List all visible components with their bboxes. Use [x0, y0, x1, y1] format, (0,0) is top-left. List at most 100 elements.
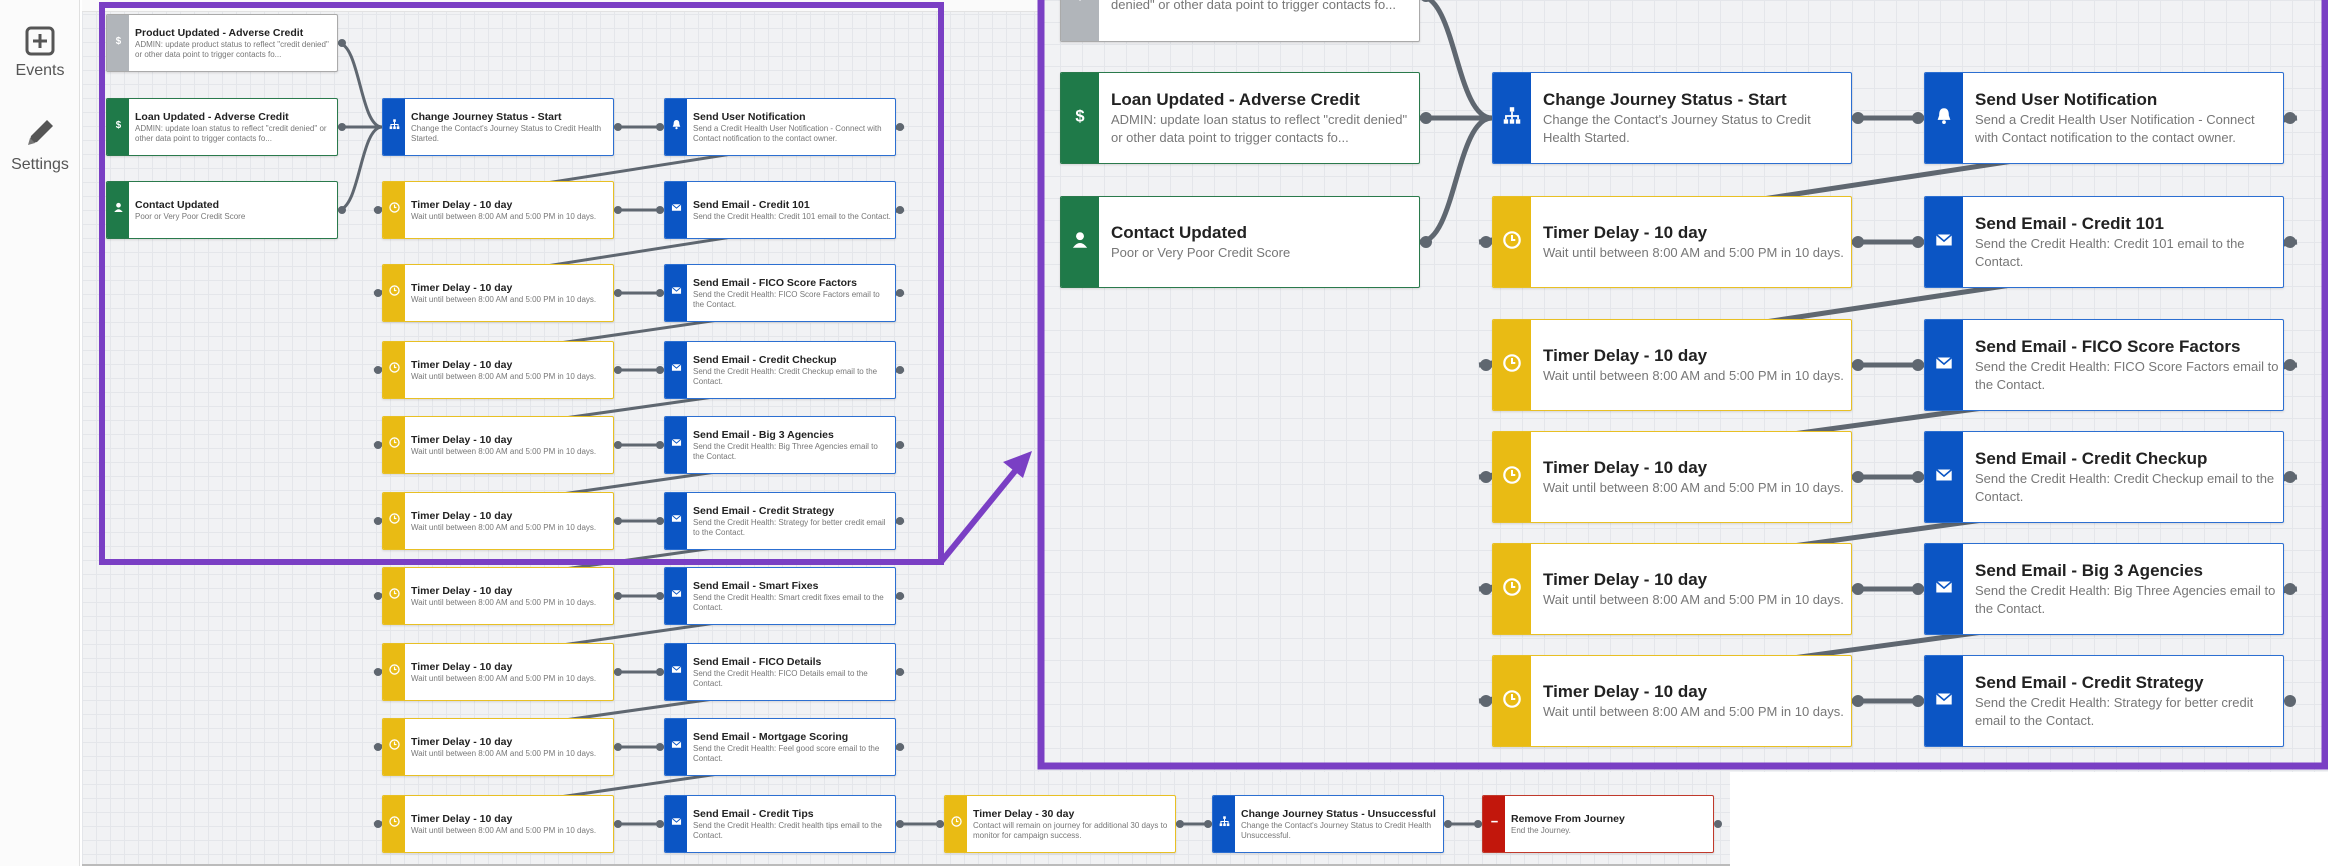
connector-port[interactable]	[896, 123, 904, 131]
connector-port[interactable]	[896, 668, 904, 676]
timer-delay-10-day[interactable]: Timer Delay - 10 day Wait until between 8…	[1492, 543, 1852, 635]
connector-port[interactable]	[1480, 359, 1492, 371]
trigger-loan-updated-adverse-credit[interactable]: $ Loan Updated - Adverse Credit ADMIN: upd…	[106, 98, 338, 156]
connector-port[interactable]	[374, 206, 382, 214]
connector-port[interactable]	[656, 366, 664, 374]
connector-port[interactable]	[374, 668, 382, 676]
email-smart-fixes[interactable]: Send Email - Smart Fixes Send the Credit …	[664, 567, 896, 625]
connector-port[interactable]	[1420, 236, 1432, 248]
connector-port[interactable]	[338, 39, 346, 47]
connector-port[interactable]	[1912, 359, 1924, 371]
email-big-3-agencies[interactable]: Send Email - Big 3 Agencies Send the Cred…	[664, 416, 896, 474]
connector-port[interactable]	[656, 743, 664, 751]
connector-port[interactable]	[896, 441, 904, 449]
connector-port[interactable]	[1204, 820, 1212, 828]
settings-button[interactable]: Settings	[0, 116, 80, 174]
connector-port[interactable]	[374, 441, 382, 449]
connector-port[interactable]	[338, 206, 346, 214]
email-credit-101[interactable]: Send Email - Credit 101 Send the Credit H…	[664, 181, 896, 239]
connector-port[interactable]	[1852, 236, 1864, 248]
connector-port[interactable]	[896, 206, 904, 214]
connector-port[interactable]	[2284, 359, 2296, 371]
timer-delay-10-day[interactable]: Timer Delay - 10 day Wait until between 8…	[382, 795, 614, 853]
connector-port[interactable]	[1852, 695, 1864, 707]
timer-delay-10-day[interactable]: Timer Delay - 10 day Wait until between 8…	[382, 718, 614, 776]
connector-port[interactable]	[1480, 236, 1492, 248]
connector-port[interactable]	[374, 820, 382, 828]
connector-port[interactable]	[656, 289, 664, 297]
timer-delay-10-day[interactable]: Timer Delay - 10 day Wait until between 8…	[1492, 196, 1852, 288]
email-credit-strategy[interactable]: Send Email - Credit Strategy Send the Cre…	[1924, 655, 2284, 747]
connector-port[interactable]	[2284, 112, 2296, 124]
connector-port[interactable]	[1444, 820, 1452, 828]
events-button[interactable]: Events	[0, 26, 80, 80]
email-credit-101[interactable]: Send Email - Credit 101 Send the Credit H…	[1924, 196, 2284, 288]
connector-port[interactable]	[614, 123, 622, 131]
trigger-contact-updated[interactable]: Contact Updated Poor or Very Poor Credit …	[106, 181, 338, 239]
connector-port[interactable]	[374, 366, 382, 374]
timer-delay-10-day[interactable]: Timer Delay - 10 day Wait until between 8…	[382, 181, 614, 239]
trigger-contact-updated[interactable]: Contact Updated Poor or Very Poor Credit …	[1060, 196, 1420, 288]
connector-port[interactable]	[2284, 695, 2296, 707]
connector-port[interactable]	[1176, 820, 1184, 828]
timer-delay-10-day[interactable]: Timer Delay - 10 day Wait until between 8…	[382, 341, 614, 399]
connector-port[interactable]	[614, 743, 622, 751]
remove-from-journey[interactable]: Remove From Journey End the Journey.	[1482, 795, 1714, 853]
connector-port[interactable]	[614, 517, 622, 525]
change-journey-status-start[interactable]: Change Journey Status - Start Change the …	[382, 98, 614, 156]
connector-port[interactable]	[1912, 236, 1924, 248]
connector-port[interactable]	[656, 206, 664, 214]
connector-port[interactable]	[1852, 583, 1864, 595]
connector-port[interactable]	[614, 206, 622, 214]
connector-port[interactable]	[656, 517, 664, 525]
timer-delay-10-day[interactable]: Timer Delay - 10 day Wait until between 8…	[382, 264, 614, 322]
connector-port[interactable]	[1912, 583, 1924, 595]
connector-port[interactable]	[896, 366, 904, 374]
connector-port[interactable]	[656, 668, 664, 676]
timer-delay-30-day[interactable]: Timer Delay - 30 day Contact will remain …	[944, 795, 1176, 853]
connector-port[interactable]	[614, 668, 622, 676]
timer-delay-10-day[interactable]: Timer Delay - 10 day Wait until between 8…	[382, 567, 614, 625]
connector-port[interactable]	[374, 517, 382, 525]
email-credit-strategy[interactable]: Send Email - Credit Strategy Send the Cre…	[664, 492, 896, 550]
connector-port[interactable]	[1480, 695, 1492, 707]
email-fico-details[interactable]: Send Email - FICO Details Send the Credit…	[664, 643, 896, 701]
connector-port[interactable]	[896, 517, 904, 525]
connector-port[interactable]	[896, 592, 904, 600]
email-fico-score-factors[interactable]: Send Email - FICO Score Factors Send the …	[1924, 319, 2284, 411]
change-journey-status-start[interactable]: Change Journey Status - Start Change the …	[1492, 72, 1852, 164]
timer-delay-10-day[interactable]: Timer Delay - 10 day Wait until between 8…	[1492, 319, 1852, 411]
connector-port[interactable]	[2284, 236, 2296, 248]
connector-port[interactable]	[338, 123, 346, 131]
connector-port[interactable]	[1912, 471, 1924, 483]
connector-port[interactable]	[896, 820, 904, 828]
send-user-notification[interactable]: Send User Notification Send a Credit Heal…	[1924, 72, 2284, 164]
timer-delay-10-day[interactable]: Timer Delay - 10 day Wait until between 8…	[382, 643, 614, 701]
connector-port[interactable]	[1912, 112, 1924, 124]
send-user-notification[interactable]: Send User Notification Send a Credit Heal…	[664, 98, 896, 156]
trigger-loan-updated-adverse-credit[interactable]: $ Loan Updated - Adverse Credit ADMIN: upd…	[1060, 72, 1420, 164]
email-big-3-agencies[interactable]: Send Email - Big 3 Agencies Send the Cred…	[1924, 543, 2284, 635]
connector-port[interactable]	[1852, 112, 1864, 124]
connector-port[interactable]	[656, 820, 664, 828]
connector-port[interactable]	[1420, 112, 1432, 124]
connector-port[interactable]	[896, 743, 904, 751]
connector-port[interactable]	[1852, 471, 1864, 483]
email-mortgage-scoring[interactable]: Send Email - Mortgage Scoring Send the Cr…	[664, 718, 896, 776]
timer-delay-10-day[interactable]: Timer Delay - 10 day Wait until between 8…	[1492, 655, 1852, 747]
email-credit-checkup[interactable]: Send Email - Credit Checkup Send the Cred…	[1924, 431, 2284, 523]
timer-delay-10-day[interactable]: Timer Delay - 10 day Wait until between 8…	[1492, 431, 1852, 523]
connector-port[interactable]	[936, 820, 944, 828]
connector-port[interactable]	[1852, 359, 1864, 371]
email-credit-checkup[interactable]: Send Email - Credit Checkup Send the Cred…	[664, 341, 896, 399]
connector-port[interactable]	[656, 123, 664, 131]
connector-port[interactable]	[614, 441, 622, 449]
connector-port[interactable]	[656, 441, 664, 449]
connector-port[interactable]	[2284, 583, 2296, 595]
connector-port[interactable]	[1474, 820, 1482, 828]
trigger-product-updated-adverse-credit[interactable]: $ ADMIN: update product status to reflect…	[1060, 0, 1420, 42]
email-credit-tips[interactable]: Send Email - Credit Tips Send the Credit …	[664, 795, 896, 853]
connector-port[interactable]	[614, 592, 622, 600]
email-fico-score-factors[interactable]: Send Email - FICO Score Factors Send the …	[664, 264, 896, 322]
connector-port[interactable]	[1480, 583, 1492, 595]
